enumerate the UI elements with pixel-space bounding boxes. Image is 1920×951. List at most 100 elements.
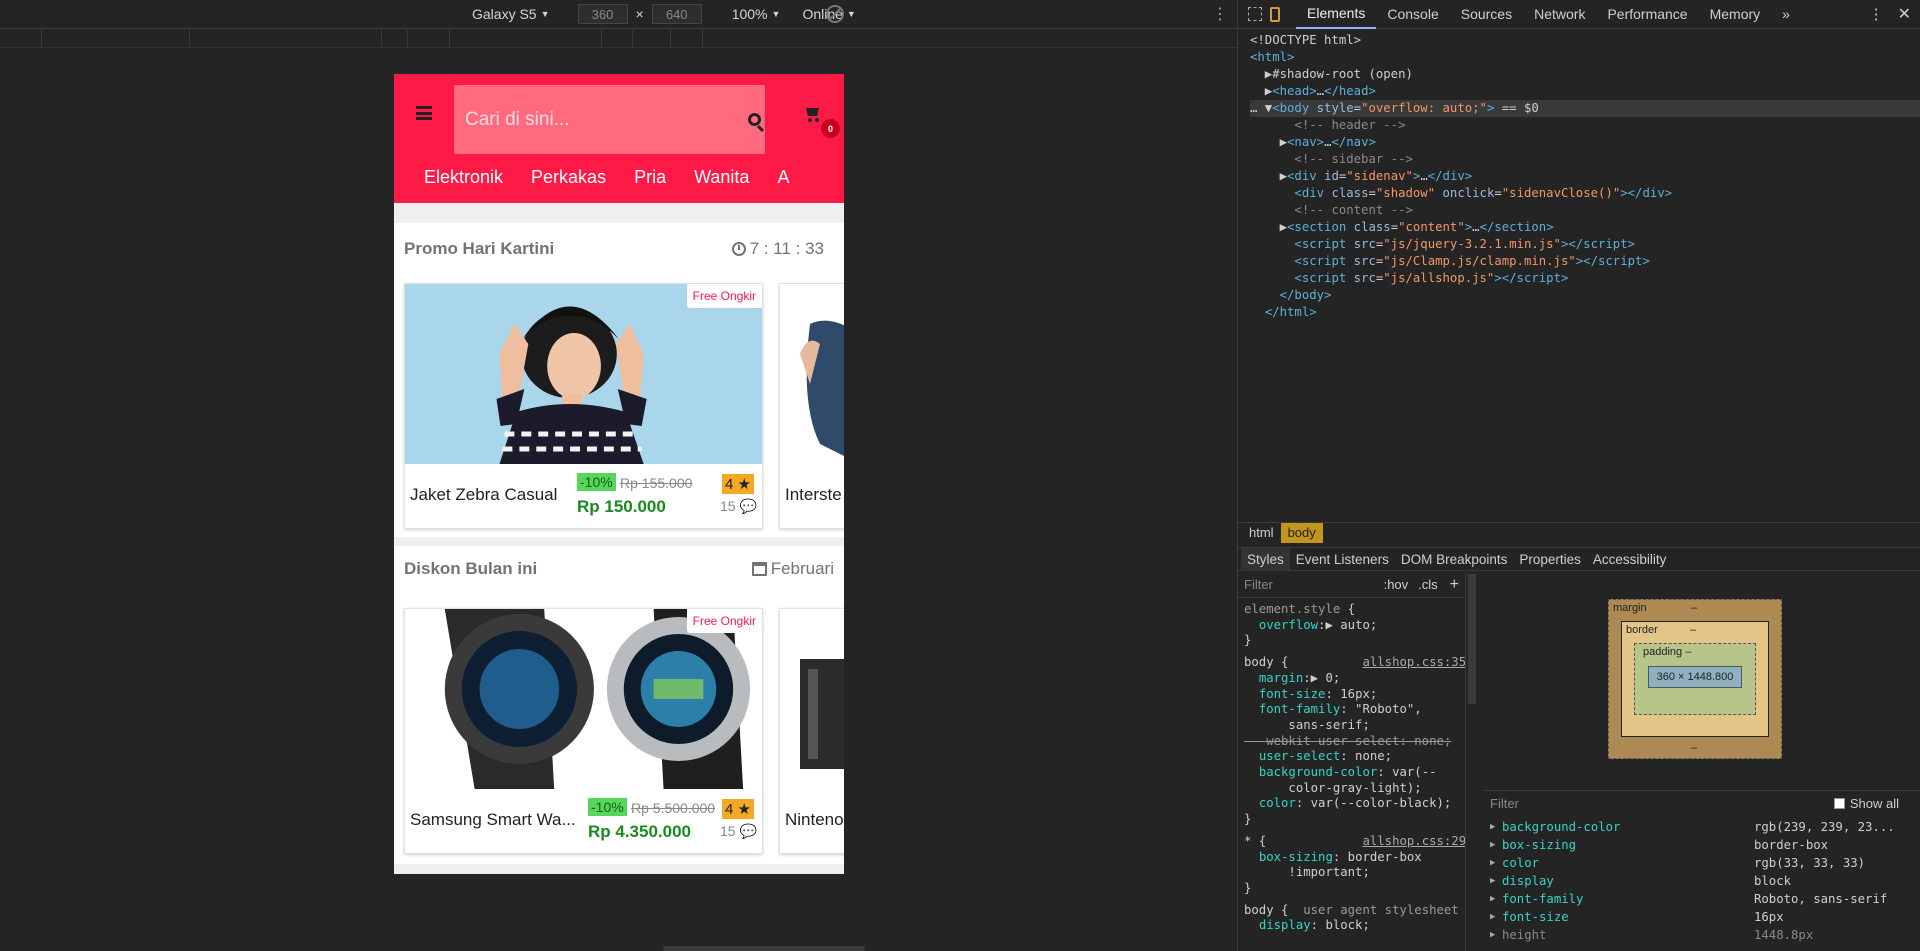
subtab-event-listeners[interactable]: Event Listeners	[1290, 548, 1395, 571]
computed-row[interactable]: ▶ display block	[1484, 872, 1920, 890]
dom-line[interactable]: ▶<head>…</head>	[1250, 83, 1920, 100]
tab-memory[interactable]: Memory	[1699, 0, 1772, 29]
crumb-html[interactable]: html	[1242, 523, 1281, 543]
dom-line[interactable]: ▶<section class="content">…</section>	[1250, 219, 1920, 236]
zoom-select[interactable]: 100% ▼	[732, 6, 781, 22]
times-sign: ×	[635, 6, 644, 22]
dom-line[interactable]: <!-- header -->	[1250, 117, 1920, 134]
tab-console[interactable]: Console	[1376, 0, 1449, 29]
rule-declaration[interactable]: user-select: none;	[1238, 749, 1465, 765]
product-card-next[interactable]: Interste	[779, 283, 844, 529]
product-card[interactable]: Free Ongkir Jaket Zebra Casual -10% Rp 1…	[404, 283, 763, 529]
devtools-panel: Elements Console Sources Network Perform…	[1237, 0, 1920, 951]
devtools-menu-icon[interactable]: ⋮	[1859, 5, 1894, 23]
star-icon: ★	[737, 476, 751, 493]
computed-property-value: border-box	[1754, 838, 1829, 852]
device-select[interactable]: Galaxy S5 ▼	[472, 6, 550, 22]
devtools-tabbar: Elements Console Sources Network Perform…	[1238, 0, 1920, 29]
subtab-styles[interactable]: Styles	[1241, 547, 1290, 571]
rule-declaration[interactable]: background-color: var(--	[1238, 765, 1465, 781]
dom-line[interactable]: <script src="js/jquery-3.2.1.min.js"></s…	[1250, 236, 1920, 253]
expand-arrow-icon[interactable]: ▶	[1490, 822, 1502, 832]
tab-network[interactable]: Network	[1523, 0, 1596, 29]
rule-declaration[interactable]: margin:▶ 0;	[1238, 671, 1465, 687]
dom-line[interactable]: ▶<div id="sidenav">…</div>	[1250, 168, 1920, 185]
subtab-dom-breakpoints[interactable]: DOM Breakpoints	[1395, 548, 1514, 571]
subtab-accessibility[interactable]: Accessibility	[1587, 548, 1673, 571]
cls-toggle[interactable]: .cls	[1418, 577, 1438, 593]
search-icon[interactable]	[748, 113, 761, 126]
close-icon[interactable]: ✕	[1894, 4, 1920, 24]
media-query-ruler	[0, 30, 1237, 48]
computed-property-value: rgb(239, 239, 23...	[1754, 820, 1895, 834]
subtab-properties[interactable]: Properties	[1513, 548, 1587, 571]
expand-arrow-icon[interactable]: ▶	[1490, 930, 1502, 940]
cart-icon[interactable]	[804, 106, 820, 122]
dom-line[interactable]: </body>	[1250, 287, 1920, 304]
dom-line[interactable]: ▶#shadow-root (open)	[1250, 66, 1920, 83]
rule-declaration[interactable]: color: var(--color-black);	[1238, 796, 1465, 812]
inspect-element-icon[interactable]	[1248, 7, 1262, 21]
hamburger-menu-icon[interactable]	[416, 106, 432, 120]
computed-row[interactable]: ▶ height 1448.8px	[1484, 926, 1920, 944]
rule-declaration[interactable]: overflow:▶ auto;	[1238, 618, 1465, 634]
expand-arrow-icon[interactable]: ▶	[1490, 840, 1502, 850]
more-tabs-icon[interactable]: »	[1771, 0, 1801, 29]
rule-declaration[interactable]: box-sizing: border-box	[1238, 850, 1465, 866]
expand-arrow-icon[interactable]: ▶	[1490, 894, 1502, 904]
dom-line-selected[interactable]: … ▼<body style="overflow: auto;"> == $0	[1250, 100, 1920, 117]
computed-row[interactable]: ▶ background-color rgb(239, 239, 23...	[1484, 818, 1920, 836]
dom-line[interactable]: </html>	[1250, 304, 1920, 321]
dom-line[interactable]: <div class="shadow" onclick="sidenavClos…	[1250, 185, 1920, 202]
free-shipping-tag: Free Ongkir	[686, 284, 762, 308]
styles-scrollbar[interactable]	[1468, 574, 1476, 704]
product-card[interactable]: Free Ongkir Samsung Smart Wa... -10% Rp …	[404, 608, 763, 854]
rating-badge: 4 ★	[722, 474, 754, 494]
crumb-body[interactable]: body	[1280, 522, 1323, 543]
category-pria[interactable]: Pria	[620, 155, 680, 200]
rule-declaration[interactable]: font-size: 16px;	[1238, 687, 1465, 703]
dom-line[interactable]: <html>	[1250, 49, 1920, 66]
dom-line[interactable]: <script src="js/allshop.js"></script>	[1250, 270, 1920, 287]
width-input[interactable]: 360	[577, 4, 628, 24]
dom-line[interactable]: <script src="js/Clamp.js/clamp.min.js"><…	[1250, 253, 1920, 270]
computed-row[interactable]: ▶ font-size 16px	[1484, 908, 1920, 926]
dom-line[interactable]: <!DOCTYPE html>	[1250, 32, 1920, 49]
rule-declaration-overridden[interactable]: -webkit-user-select: none;	[1238, 734, 1465, 750]
tab-performance[interactable]: Performance	[1596, 0, 1698, 29]
more-options-icon[interactable]: ⋮	[1212, 4, 1228, 23]
add-rule-icon[interactable]: +	[1450, 576, 1459, 593]
dom-line[interactable]: <!-- content -->	[1250, 202, 1920, 219]
new-price: Rp 4.350.000	[588, 822, 692, 841]
device-toolbar: Galaxy S5 ▼ 360 × 640 100% ▼ Online ▼	[0, 0, 1237, 29]
dom-line[interactable]: ▶<nav>…</nav>	[1250, 134, 1920, 151]
search-input[interactable]	[454, 85, 714, 154]
expand-arrow-icon[interactable]: ▶	[1490, 858, 1502, 868]
rule-declaration[interactable]: font-family: "Roboto",	[1238, 702, 1465, 718]
category-more[interactable]: A	[763, 155, 803, 200]
dom-line[interactable]: <!-- sidebar -->	[1250, 151, 1920, 168]
computed-filter-input[interactable]: Filter	[1490, 796, 1834, 811]
styles-filter-input[interactable]: Filter	[1244, 577, 1384, 593]
computed-row[interactable]: ▶ box-sizing border-box	[1484, 836, 1920, 854]
show-all-checkbox[interactable]	[1833, 798, 1845, 809]
countdown-timer: 7 : 11 : 33	[731, 239, 824, 259]
product-card-next[interactable]: Ninteno	[779, 608, 844, 854]
category-wanita[interactable]: Wanita	[680, 155, 763, 200]
tab-sources[interactable]: Sources	[1450, 0, 1523, 29]
category-elektronik[interactable]: Elektronik	[394, 155, 517, 200]
horizontal-scrollbar[interactable]	[663, 946, 865, 951]
device-toggle-icon[interactable]	[1270, 6, 1280, 22]
computed-property-name: font-family	[1502, 892, 1584, 906]
rotate-icon[interactable]	[826, 5, 844, 23]
computed-row[interactable]: ▶ font-family Roboto, sans-serif	[1484, 890, 1920, 908]
tab-elements[interactable]: Elements	[1296, 0, 1377, 29]
hov-toggle[interactable]: :hov	[1384, 577, 1409, 593]
rule-declaration[interactable]: display: block;	[1238, 918, 1465, 934]
computed-row[interactable]: ▶ color rgb(33, 33, 33)	[1484, 854, 1920, 872]
height-input[interactable]: 640	[651, 4, 702, 24]
category-perkakas[interactable]: Perkakas	[517, 155, 620, 200]
expand-arrow-icon[interactable]: ▶	[1490, 876, 1502, 886]
expand-arrow-icon[interactable]: ▶	[1490, 912, 1502, 922]
computed-property-value: 1448.8px	[1754, 928, 1814, 942]
